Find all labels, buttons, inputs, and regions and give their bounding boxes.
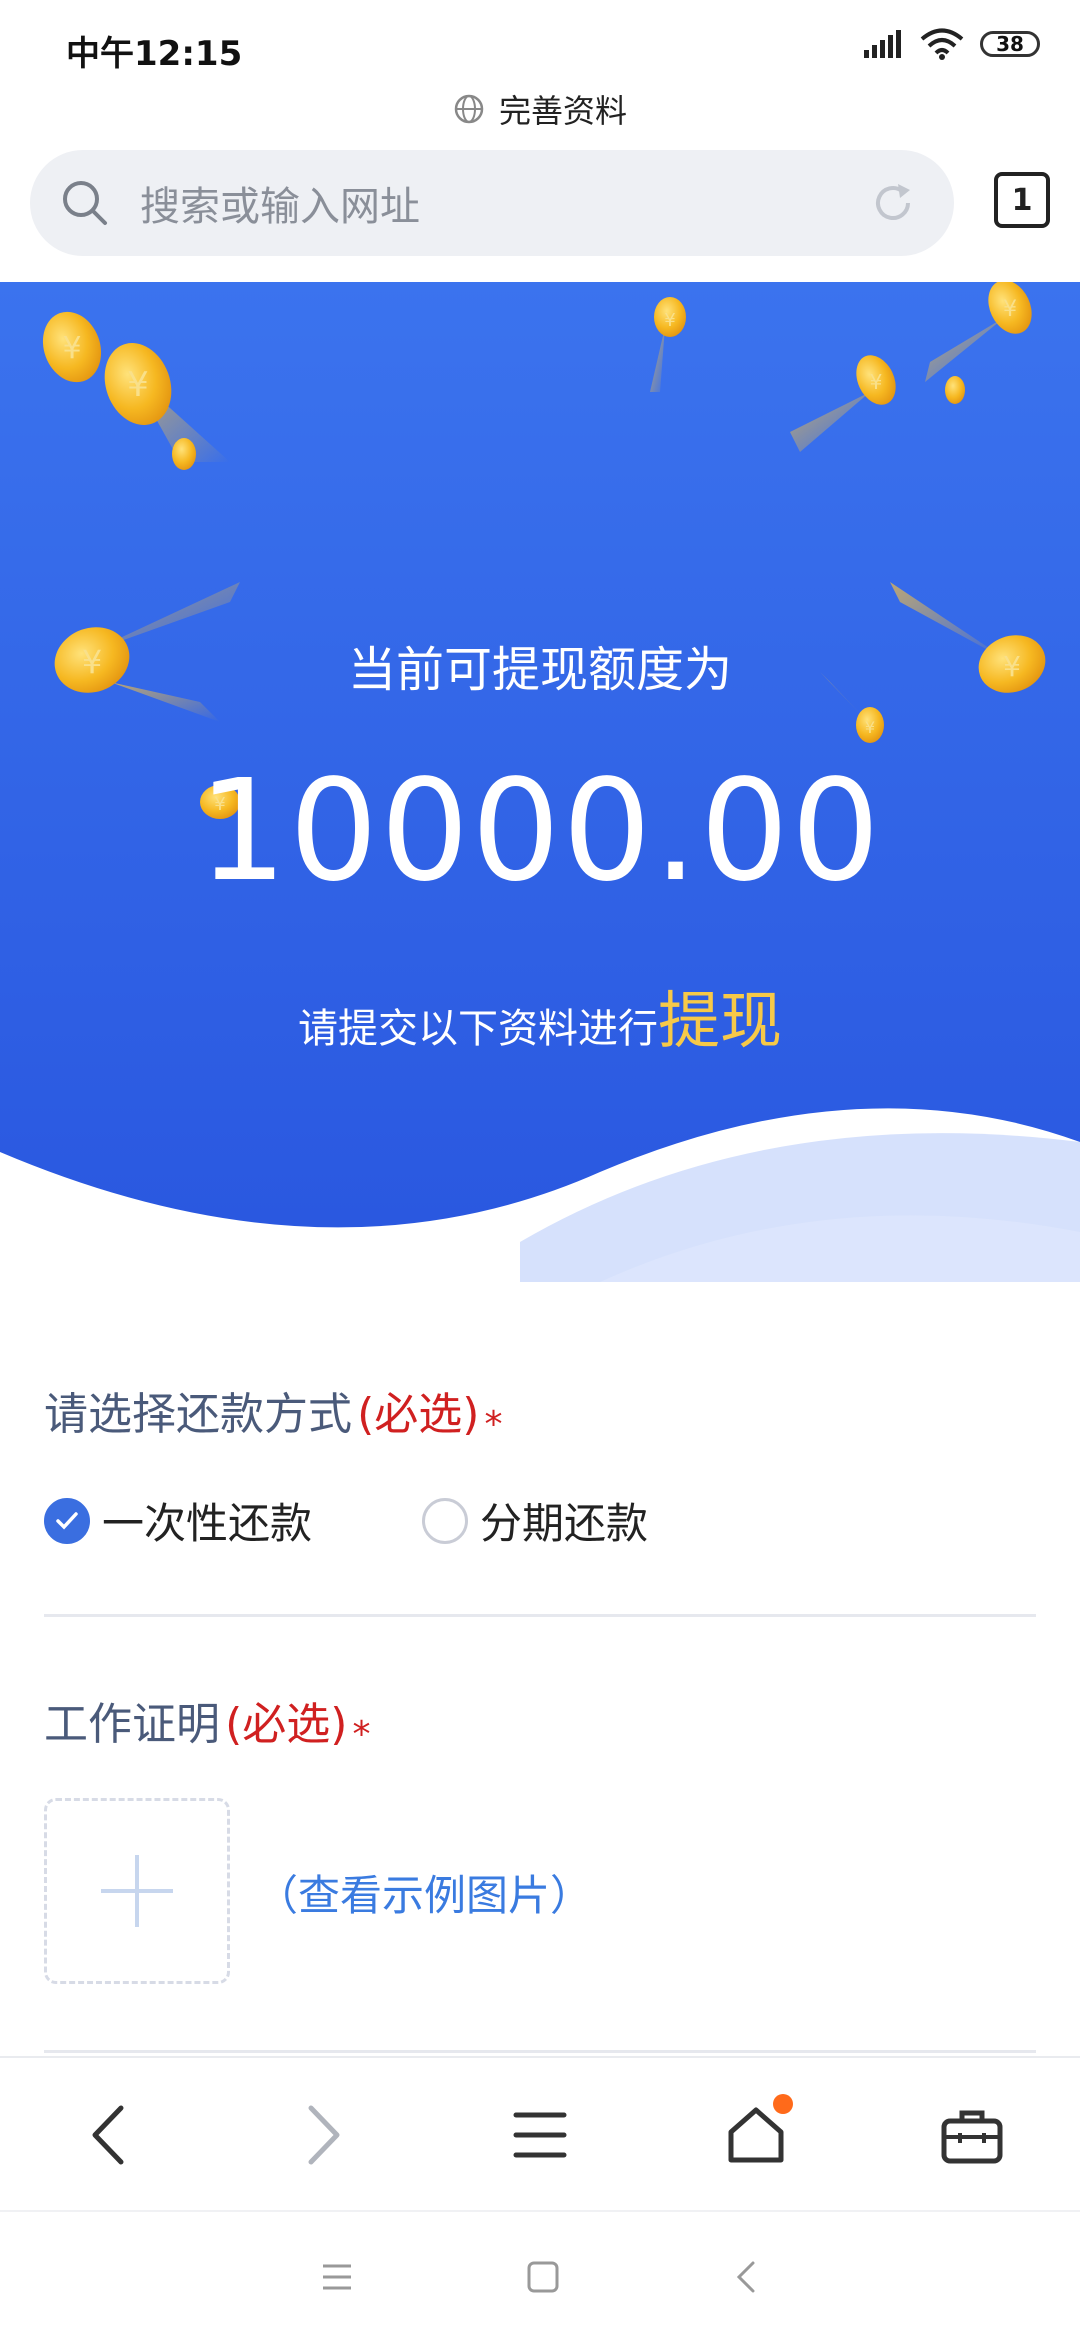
view-example-link[interactable]: （查看示例图片） — [256, 1862, 592, 1923]
radio-option-lump-sum[interactable]: 一次性还款 — [44, 1490, 312, 1551]
page-title: 完善资料 — [498, 92, 627, 130]
repayment-required-label: (必选) — [357, 1389, 480, 1440]
recents-icon[interactable] — [319, 2262, 355, 2292]
status-icons: 38 — [864, 28, 1040, 60]
battery-indicator: 38 — [980, 31, 1040, 57]
svg-text:¥: ¥ — [1003, 297, 1017, 322]
radio-checked-icon[interactable] — [44, 1497, 90, 1544]
wifi-icon — [920, 28, 964, 60]
coin-icon — [945, 376, 965, 404]
withdraw-limit-caption: 当前可提现额度为 — [347, 642, 732, 698]
svg-text:¥: ¥ — [870, 370, 883, 394]
coin-icon: ¥ — [654, 297, 686, 337]
browser-toolbar — [0, 2056, 1080, 2212]
check-icon — [56, 1511, 78, 1530]
toolbox-button[interactable] — [927, 2090, 1017, 2180]
home-square-icon[interactable] — [525, 2259, 561, 2295]
home-button[interactable] — [711, 2090, 801, 2180]
radio-label: 一次性还款 — [102, 1499, 313, 1548]
notification-dot — [773, 2094, 793, 2114]
forward-button[interactable] — [279, 2090, 369, 2180]
menu-button[interactable] — [495, 2090, 585, 2180]
refresh-icon[interactable] — [868, 178, 918, 228]
tab-count: 1 — [1011, 182, 1033, 218]
svg-text:¥: ¥ — [865, 718, 875, 737]
divider — [44, 1614, 1036, 1617]
withdraw-note-highlight: 提现 — [657, 984, 782, 1057]
address-bar[interactable]: 搜索或输入网址 — [30, 150, 954, 256]
chevron-right-icon — [308, 2105, 340, 2165]
withdraw-limit-amount: 10000.00 — [197, 750, 882, 913]
svg-text:¥: ¥ — [127, 365, 149, 405]
globe-icon — [454, 94, 484, 124]
radio-option-installment[interactable]: 分期还款 — [422, 1490, 648, 1551]
home-icon — [728, 2107, 784, 2163]
system-back-icon[interactable] — [731, 2257, 761, 2297]
repayment-title: 请选择还款方式 — [44, 1389, 352, 1440]
required-star: * — [484, 1404, 503, 1445]
repayment-section-title: 请选择还款方式 (必选) * — [44, 1378, 503, 1445]
svg-text:¥: ¥ — [664, 310, 675, 331]
plus-icon — [101, 1855, 173, 1927]
divider — [44, 2050, 1036, 2053]
system-navigation-bar — [0, 2210, 1080, 2342]
coin-icon: ¥ — [856, 707, 884, 743]
svg-text:¥: ¥ — [62, 331, 81, 366]
page-title-row: 完善资料 — [0, 86, 1080, 132]
upload-image-button[interactable] — [44, 1798, 230, 1984]
chevron-left-icon — [92, 2105, 124, 2165]
radio-unchecked-icon[interactable] — [422, 1497, 468, 1544]
tab-switcher-button[interactable]: 1 — [994, 172, 1050, 228]
toolbox-icon — [941, 2110, 1003, 2164]
back-button[interactable] — [63, 2090, 153, 2180]
menu-icon — [513, 2112, 567, 2158]
work-proof-required-label: (必选) — [225, 1699, 348, 1750]
search-input[interactable]: 搜索或输入网址 — [140, 174, 420, 232]
radio-label: 分期还款 — [480, 1499, 649, 1548]
signal-icon — [864, 30, 901, 58]
withdraw-note-text: 请提交以下资料进行 — [297, 1006, 658, 1052]
search-icon — [63, 181, 107, 225]
work-proof-title: 工作证明 — [44, 1699, 220, 1750]
battery-level: 38 — [996, 32, 1024, 56]
work-proof-section-title: 工作证明 (必选) * — [44, 1688, 371, 1755]
coin-icon — [172, 438, 196, 470]
required-star: * — [352, 1714, 371, 1755]
withdraw-note: 请提交以下资料进行提现 — [0, 970, 1080, 1060]
status-time: 中午12:15 — [66, 34, 243, 74]
